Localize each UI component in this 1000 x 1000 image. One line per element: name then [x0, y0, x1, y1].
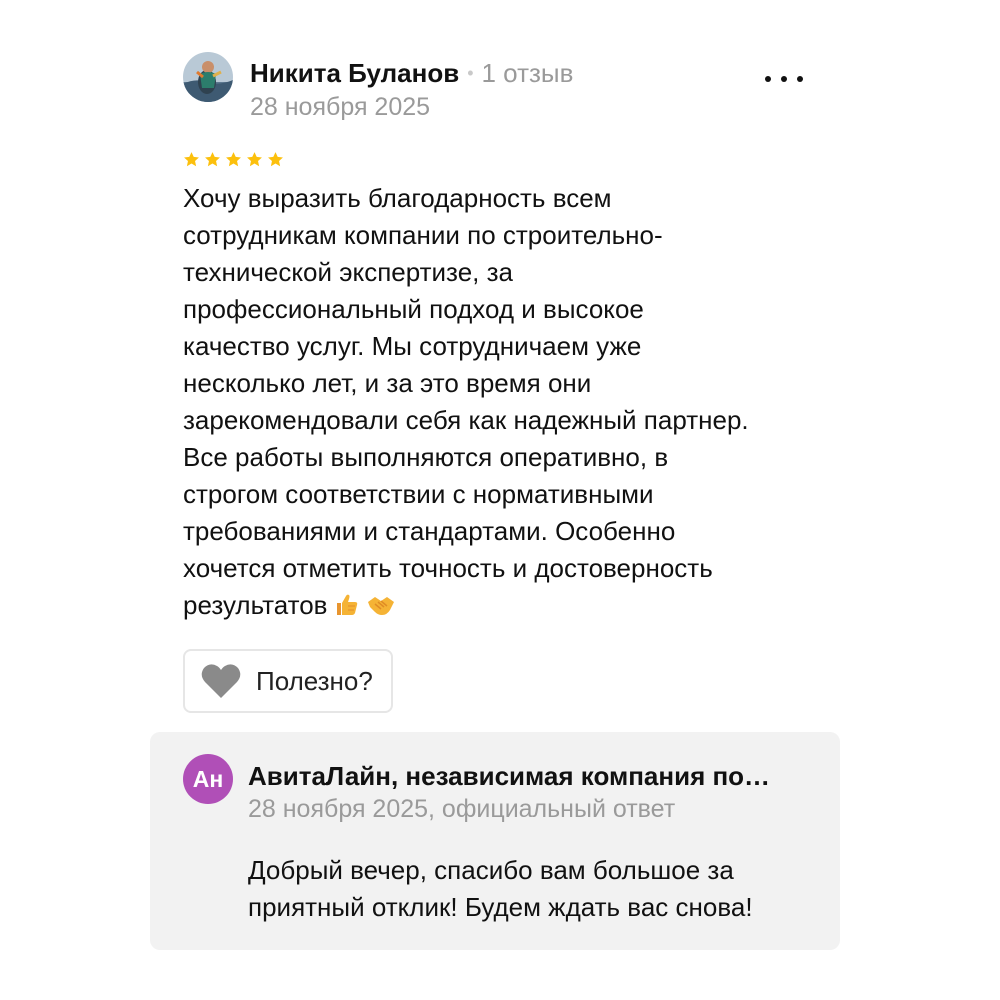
reply-meta: 28 ноября 2025, официальный ответ	[248, 795, 676, 823]
star-icon	[226, 152, 241, 167]
star-icon	[268, 152, 283, 167]
star-icon	[184, 152, 199, 167]
reply-text: Добрый вечер, спасибо вам большое за при…	[248, 855, 753, 922]
review-text-body: Хочу выразить благодарность всем сотрудн…	[183, 183, 749, 620]
company-avatar[interactable]: Ан	[183, 754, 233, 804]
handshake-emoji	[366, 591, 396, 628]
author-name[interactable]: Никита Буланов	[250, 58, 459, 88]
more-options-button[interactable]	[765, 72, 803, 86]
official-reply: Ан АвитаЛайн, независимая компания по… 2…	[150, 732, 840, 950]
thumbs-up-emoji	[334, 591, 360, 628]
rating-stars	[183, 151, 284, 168]
user-avatar-photo	[183, 52, 233, 102]
user-avatar[interactable]	[183, 52, 233, 102]
star-icon	[205, 152, 220, 167]
helpful-button[interactable]: Полезно?	[183, 649, 393, 713]
star-icon	[247, 152, 262, 167]
review-date: 28 ноября 2025	[250, 93, 431, 121]
review-count: 1 отзыв	[481, 58, 574, 88]
heart-icon	[200, 662, 242, 700]
company-name[interactable]: АвитаЛайн, независимая компания по…	[248, 760, 808, 792]
separator-dot: •	[467, 63, 474, 83]
helpful-label: Полезно?	[256, 665, 373, 696]
review-text: Хочу выразить благодарность всем сотрудн…	[183, 180, 823, 628]
author-line: Никита Буланов • 1 отзыв	[250, 58, 573, 88]
